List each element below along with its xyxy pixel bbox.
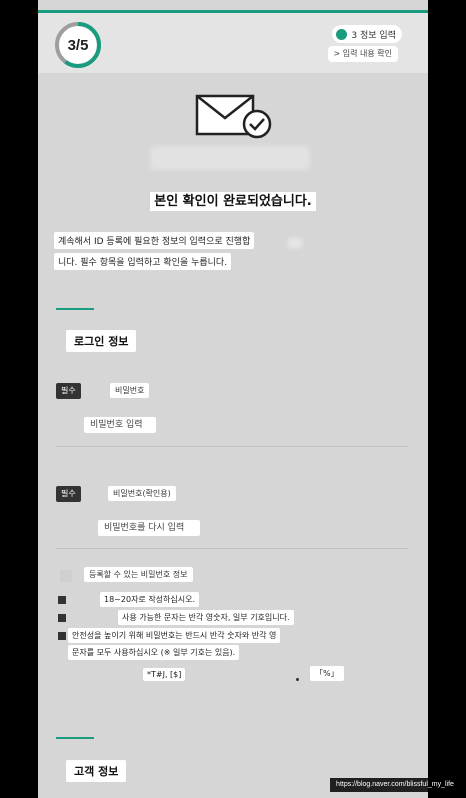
progress-header: 3/5 3 정보 입력 > 입력 내용 확인	[38, 13, 428, 73]
verification-complete-title: 본인 확인이 완료되었습니다.	[38, 190, 428, 211]
description-line-1: 계속해서 ID 등록에 필요한 정보의 입력으로 진행합	[54, 232, 255, 249]
password-rules-title: 등록할 수 있는 비밀번호 정보	[84, 567, 193, 582]
bullet-icon	[58, 596, 66, 604]
allowed-special-chars: *T#J, [$]	[143, 668, 186, 681]
password-input[interactable]	[84, 417, 156, 433]
next-step-link[interactable]: > 입력 내용 확인	[327, 46, 398, 62]
login-section-title: 로그인 정보	[66, 330, 137, 352]
blog-watermark: https://blog.naver.com/blissful_my_life	[330, 778, 460, 792]
login-section-bar	[56, 308, 94, 310]
password-divider	[56, 446, 408, 447]
bullet-icon	[58, 632, 66, 640]
customer-section-bar	[56, 737, 94, 739]
progress-step-count: 3/5	[67, 36, 89, 54]
registration-page: 3/5 3 정보 입력 > 입력 내용 확인 본인 확인이 완료되었습니다. 계…	[38, 0, 428, 798]
step-indicator-icon	[336, 28, 348, 40]
separator-dot	[296, 678, 299, 681]
background-smudge	[288, 238, 302, 248]
description-line-2: 니다. 필수 항목을 입력하고 확인을 누릅니다.	[54, 253, 232, 270]
current-step-label: 3 정보 입력	[351, 30, 396, 41]
password-rule-1: 18~20자로 작성하십시오.	[100, 592, 200, 607]
password-confirm-divider	[56, 548, 408, 549]
bullet-icon	[58, 614, 66, 622]
info-icon	[60, 570, 72, 582]
required-badge-confirm: 필수	[56, 486, 81, 502]
envelope-check-icon	[195, 94, 272, 139]
password-rule-2: 사용 가능한 문자는 반각 영숫자, 일부 기호입니다.	[118, 610, 294, 625]
required-badge: 필수	[56, 383, 81, 399]
verification-complete-text: 본인 확인이 완료되었습니다.	[150, 192, 316, 211]
current-step-chip: 3 정보 입력	[332, 25, 402, 43]
password-confirm-input[interactable]	[98, 520, 200, 536]
password-rule-3-continued: 문자를 모두 사용하십시오 (※ 일부 기호는 있음).	[68, 645, 240, 660]
password-rule-3: 안전성을 높이기 위해 비밀번호는 반드시 반각 숫자와 반각 영	[68, 628, 281, 643]
allowed-special-chars-end: 「%」	[310, 666, 344, 681]
blurred-user-info	[150, 146, 310, 170]
customer-section-title: 고객 정보	[66, 760, 127, 782]
password-confirm-label: 비밀번호(확인용)	[108, 486, 176, 501]
password-label: 비밀번호	[110, 383, 150, 398]
